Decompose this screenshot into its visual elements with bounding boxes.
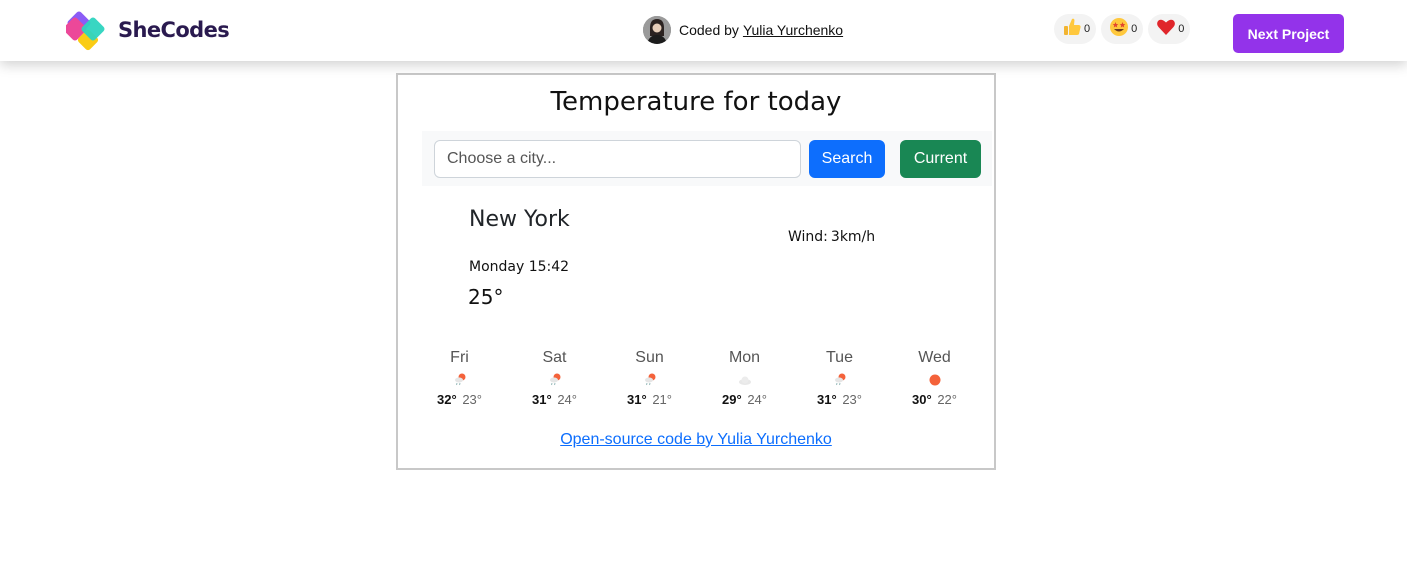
forecast-min: 21°: [652, 392, 672, 407]
brand-name: SheCodes: [118, 18, 230, 42]
search-form: Search Current: [422, 131, 992, 186]
weather-card: Temperature for today Search Current New…: [396, 73, 996, 470]
forecast-temps: 31° 21°: [602, 391, 697, 409]
forecast-day-name: Wed: [918, 349, 951, 366]
current-temperature: 25°: [468, 285, 504, 309]
reaction-count: 0: [1178, 23, 1185, 35]
wind-label: Wind:: [788, 229, 828, 245]
forecast-day: Mon 29° 24°: [697, 347, 792, 409]
shecodes-logo-icon: [63, 8, 114, 52]
forecast-temps: 32° 23°: [412, 391, 507, 409]
search-button[interactable]: Search: [809, 140, 885, 178]
forecast-day: Sun 31° 21°: [602, 347, 697, 409]
forecast-day-name: Mon: [728, 349, 761, 366]
forecast-min: 23°: [462, 392, 482, 407]
forecast-temps: 30° 22°: [887, 391, 982, 409]
wind-info: Wind: 3km/h: [788, 229, 875, 245]
sun-rain-icon: [792, 369, 887, 391]
forecast-temps: 29° 24°: [697, 391, 792, 409]
reaction-star-struck[interactable]: 0: [1101, 14, 1144, 44]
wind-value: 3km/h: [830, 229, 876, 245]
forecast-max: 31°: [817, 392, 837, 407]
current-location-button[interactable]: Current: [900, 140, 981, 178]
coded-by-label: Coded by: [679, 22, 739, 38]
open-source-link[interactable]: Open-source code by Yulia Yurchenko: [398, 431, 994, 449]
forecast-day: Fri 32° 23°: [412, 347, 507, 409]
forecast-max: 29°: [722, 392, 742, 407]
city-name: New York: [469, 207, 570, 232]
forecast-day-name: Tue: [826, 349, 853, 366]
forecast-day: Tue 31° 23°: [792, 347, 887, 409]
sun-rain-icon: [412, 369, 507, 391]
top-navbar: SheCodes Coded by Yulia Yurchenko 0 0 0 …: [0, 0, 1407, 61]
forecast-min: 23°: [842, 392, 862, 407]
forecast-min: 22°: [937, 392, 957, 407]
thumbs-up-icon: [1062, 17, 1082, 42]
forecast-max: 31°: [532, 392, 552, 407]
forecast-max: 32°: [437, 392, 457, 407]
sun-rain-icon: [602, 369, 697, 391]
city-search-input[interactable]: [434, 140, 801, 178]
forecast-day-name: Sun: [635, 349, 664, 366]
reaction-heart[interactable]: 0: [1148, 14, 1191, 44]
forecast-day: Wed 30° 22°: [887, 347, 982, 409]
forecast-min: 24°: [747, 392, 767, 407]
forecast-temps: 31° 23°: [792, 391, 887, 409]
coder-credit: Coded by Yulia Yurchenko: [643, 16, 843, 44]
reactions: 0 0 0: [1054, 14, 1195, 44]
page-title: Temperature for today: [550, 87, 842, 117]
star-struck-icon: [1109, 17, 1129, 42]
forecast: Fri 32° 23° Sat 31° 24° Sun 31° 21° Mon: [412, 347, 982, 409]
heart-icon: [1156, 17, 1176, 42]
forecast-day-name: Fri: [450, 349, 469, 366]
forecast-day: Sat 31° 24°: [507, 347, 602, 409]
forecast-day-name: Sat: [542, 349, 567, 366]
forecast-min: 24°: [557, 392, 577, 407]
next-project-button[interactable]: Next Project: [1233, 14, 1344, 53]
forecast-temps: 31° 24°: [507, 391, 602, 409]
sun-rain-icon: [507, 369, 602, 391]
shecodes-brand[interactable]: SheCodes: [63, 8, 230, 52]
reaction-count: 0: [1084, 23, 1091, 35]
reaction-thumbs-up[interactable]: 0: [1054, 14, 1097, 44]
coder-name-link[interactable]: Yulia Yurchenko: [743, 22, 843, 38]
cloud-icon: [697, 369, 792, 391]
forecast-max: 30°: [912, 392, 932, 407]
forecast-max: 31°: [627, 392, 647, 407]
coder-avatar: [643, 16, 671, 44]
reaction-count: 0: [1131, 23, 1138, 35]
date-time: Monday 15:42: [469, 259, 570, 275]
sun-icon: [887, 369, 982, 391]
